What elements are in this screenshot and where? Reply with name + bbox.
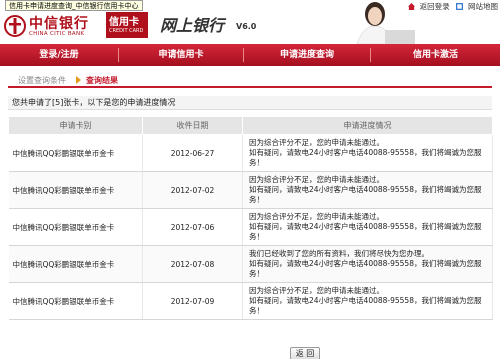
browser-tooltip: 信用卡申请进度查询_中信银行信用卡中心 [5, 0, 143, 11]
card-type-cell: 中信腾讯QQ彩鹏银联单币金卡 [8, 282, 143, 320]
results-table: 申请卡别 收件日期 申请进度情况 中信腾讯QQ彩鹏银联单币金卡 2012-06-… [8, 116, 493, 320]
column-header-status: 申请进度情况 [242, 116, 493, 135]
header: 信用卡申请进度查询_中信银行信用卡中心 中信银行 CHINA CITIC BAN… [0, 0, 500, 44]
status-cell: 因为综合评分不足，您的申请未能通过。 如有疑问，请致电24小时客户电话40088-… [242, 208, 493, 246]
date-cell: 2012-07-02 [142, 171, 243, 209]
card-type-cell: 中信腾讯QQ彩鹏银联单币金卡 [8, 134, 143, 172]
tab-set-query[interactable]: 设置查询条件 [18, 73, 66, 88]
status-cell: 因为综合评分不足，您的申请未能通过。 如有疑问，请致电24小时客户电话40088-… [242, 282, 493, 320]
credit-card-badge: 信用卡 CREDIT CARD [106, 12, 148, 38]
date-cell: 2012-06-27 [142, 134, 243, 172]
bank-name-en: CHINA CITIC BANK [29, 31, 85, 37]
table-header-row: 申请卡别 收件日期 申请进度情况 [8, 116, 493, 135]
date-cell: 2012-07-06 [142, 208, 243, 246]
bank-name-cn: 中信银行 [29, 16, 89, 32]
tab-query-result[interactable]: 查询结果 [86, 73, 118, 88]
status-cell: 我们已经收到了您的所有资料，我们将尽快为您办理。 如有疑问，请致电24小时客户电话… [242, 245, 493, 283]
status-cell: 因为综合评分不足，您的申请未能通过。 如有疑问，请致电24小时客户电话40088-… [242, 171, 493, 209]
date-cell: 2012-07-08 [142, 245, 243, 283]
netbank-title: 网上银行 [160, 16, 225, 35]
column-header-date: 收件日期 [142, 116, 243, 135]
card-type-cell: 中信腾讯QQ彩鹏银联单币金卡 [8, 245, 143, 283]
table-row: 中信腾讯QQ彩鹏银联单币金卡 2012-07-06 因为综合评分不足，您的申请未… [8, 208, 493, 246]
top-links: 返回登录 网站地图 [404, 1, 498, 12]
main-nav: 登录/注册 申请信用卡 申请进度查询 信用卡激活 [0, 44, 500, 66]
table-row: 中信腾讯QQ彩鹏银联单币金卡 2012-07-02 因为综合评分不足，您的申请未… [8, 171, 493, 209]
card-type-cell: 中信腾讯QQ彩鹏银联单币金卡 [8, 171, 143, 209]
nav-apply-card[interactable]: 申请信用卡 [119, 44, 243, 66]
citic-logo-icon [4, 15, 26, 37]
nav-login-register[interactable]: 登录/注册 [0, 44, 118, 66]
site-map-link[interactable]: 网站地图 [456, 2, 498, 11]
nav-progress-query[interactable]: 申请进度查询 [244, 44, 370, 66]
nav-card-activation[interactable]: 信用卡激活 [371, 44, 500, 66]
column-header-card: 申请卡别 [8, 116, 143, 135]
back-button[interactable]: 返 回 [290, 347, 320, 359]
summary-text: 您共申请了[5]张卡，以下是您的申请进度情况 [8, 96, 492, 110]
sitemap-icon [456, 3, 463, 10]
query-tabs: 设置查询条件 查询结果 [8, 72, 492, 88]
home-icon [407, 3, 415, 10]
card-type-cell: 中信腾讯QQ彩鹏银联单币金卡 [8, 208, 143, 246]
version-label: V6.0 [236, 22, 257, 31]
date-cell: 2012-07-09 [142, 282, 243, 320]
table-row: 中信腾讯QQ彩鹏银联单币金卡 2012-07-08 我们已经收到了您的所有资料，… [8, 245, 493, 283]
status-cell: 因为综合评分不足，您的申请未能通过。 如有疑问，请致电24小时客户电话40088-… [242, 134, 493, 172]
table-row: 中信腾讯QQ彩鹏银联单币金卡 2012-07-09 因为综合评分不足，您的申请未… [8, 282, 493, 320]
return-login-link[interactable]: 返回登录 [407, 2, 452, 11]
table-row: 中信腾讯QQ彩鹏银联单币金卡 2012-06-27 因为综合评分不足，您的申请未… [8, 134, 493, 172]
arrow-right-icon [76, 76, 81, 84]
